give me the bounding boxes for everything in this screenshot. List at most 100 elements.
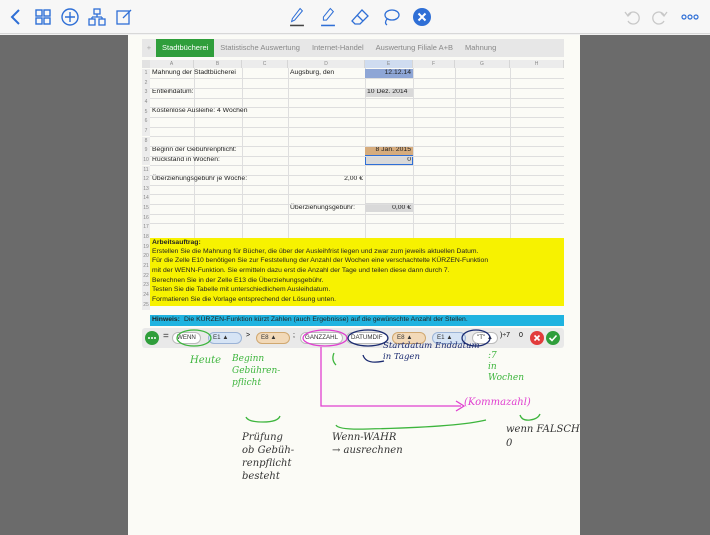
- sheet-tab-bar: + Stadtbücherei Statistische Auswertung …: [142, 39, 564, 57]
- ink-heute: Heute: [190, 355, 222, 366]
- row-gridline: [150, 97, 564, 99]
- cell-d1[interactable]: Augsburg, den: [290, 68, 334, 78]
- token-wenn[interactable]: WENN: [172, 332, 201, 344]
- ink-kommazahl: (Kommazahl): [464, 397, 531, 408]
- cell-e1[interactable]: 12.12.14: [365, 68, 411, 78]
- column-header-c[interactable]: C: [242, 60, 288, 68]
- tab-stadtbuecherei[interactable]: Stadtbücherei: [156, 39, 215, 57]
- ink-in-wochen: :7 in Wochen: [488, 351, 525, 383]
- row-gridline: [150, 117, 564, 118]
- row-gridline: [150, 136, 564, 138]
- row-header[interactable]: 9: [142, 146, 150, 156]
- row-header[interactable]: 5: [142, 107, 150, 118]
- row-gridline: [150, 126, 564, 128]
- row-gridline: [150, 155, 564, 157]
- token-datumdif[interactable]: DATUMDIF: [346, 332, 388, 344]
- row-gridline: [150, 223, 564, 225]
- token-semicolon: ;: [293, 332, 295, 339]
- row-header[interactable]: 6: [142, 117, 150, 127]
- task-line-6: Formatieren Sie die Vorlage entsprechend…: [152, 296, 337, 303]
- tab-mahnung[interactable]: Mahnung: [459, 39, 502, 57]
- app-toolbar: [0, 0, 710, 34]
- row-header[interactable]: 21: [142, 262, 150, 272]
- row-header[interactable]: 19: [142, 242, 150, 253]
- lasso-icon[interactable]: [381, 7, 401, 27]
- formula-bar: = WENN E1 ▲ > E8 ▲ ; GANZZAHL DATUMDIF E…: [142, 328, 564, 348]
- row-header[interactable]: 12: [142, 175, 150, 185]
- add-sheet-button[interactable]: +: [142, 39, 156, 57]
- column-header-h[interactable]: H: [510, 60, 564, 68]
- row-header[interactable]: 18: [142, 233, 150, 243]
- more-icon[interactable]: [680, 7, 700, 27]
- hint-label: Hinweis:: [152, 316, 180, 323]
- ink-startdatum: Startdatum Enddatum in Tagen: [383, 341, 480, 362]
- ink-beginn: Beginn Gebühren- pflicht: [232, 354, 281, 388]
- row-header[interactable]: 24: [142, 290, 150, 301]
- token-e8[interactable]: E8 ▲: [256, 332, 290, 344]
- token-div7: )÷7: [500, 332, 511, 339]
- token-e1[interactable]: E1 ▲: [208, 332, 242, 344]
- row-gridline: [150, 107, 564, 109]
- column-header-a[interactable]: A: [150, 60, 194, 68]
- ink-wenn-falsch: wenn FALSCH 0: [506, 424, 580, 449]
- eraser-icon[interactable]: [350, 7, 370, 27]
- right-gutter: [580, 35, 710, 535]
- task-line-3: mit der WENN-Funktion. Sie ermitteln daz…: [152, 267, 450, 274]
- row-header[interactable]: 17: [142, 223, 150, 233]
- highlighter-icon[interactable]: [318, 4, 338, 30]
- row-gridline: [150, 145, 564, 147]
- row-header[interactable]: 20: [142, 252, 150, 262]
- formula-menu-button[interactable]: [145, 331, 159, 345]
- column-header-b[interactable]: B: [194, 60, 242, 68]
- row-header[interactable]: 15: [142, 204, 150, 214]
- grid-icon[interactable]: [33, 7, 53, 27]
- shapes-icon[interactable]: [87, 7, 107, 27]
- formula-equals: =: [163, 331, 169, 342]
- ink-wenn-wahr: Wenn-WAHR → ausrechnen: [332, 432, 403, 456]
- back-chevron-icon[interactable]: [6, 7, 26, 27]
- column-header-d[interactable]: D: [288, 60, 365, 68]
- note-page: + Stadtbücherei Statistische Auswertung …: [128, 35, 580, 535]
- row-header[interactable]: 11: [142, 165, 150, 176]
- token-greater: >: [246, 332, 251, 339]
- row-gridline: [150, 165, 564, 167]
- row-header[interactable]: 16: [142, 213, 150, 224]
- row-header[interactable]: 8: [142, 136, 150, 147]
- confirm-formula-button[interactable]: [546, 331, 560, 345]
- undo-icon[interactable]: [622, 7, 642, 27]
- tab-auswertung-filiale[interactable]: Auswertung Filiale A+B: [370, 39, 459, 57]
- spreadsheet-grid: A B C D E F G H 1 2 3 4 5 6 7 8 9 10 11 12 13 14 15 16 1…: [142, 60, 564, 328]
- row-gridline: [150, 78, 564, 80]
- row-gridline: [150, 184, 564, 186]
- tab-statistische-auswertung[interactable]: Statistische Auswertung: [214, 39, 306, 57]
- hint-text: Die KÜRZEN-Funktion kürzt Zahlen (auch E…: [184, 316, 468, 323]
- row-header[interactable]: 4: [142, 97, 150, 108]
- cancel-formula-button[interactable]: [530, 331, 544, 345]
- tab-internet-handel[interactable]: Internet-Handel: [306, 39, 370, 57]
- row-header[interactable]: 25: [142, 300, 150, 311]
- column-header-f[interactable]: F: [413, 60, 455, 68]
- row-header[interactable]: 3: [142, 88, 150, 98]
- row-header[interactable]: 22: [142, 271, 150, 282]
- task-line-2: Für die Zelle E10 benötigen Sie zur Fest…: [152, 257, 489, 264]
- row-header[interactable]: 23: [142, 281, 150, 291]
- grid-corner[interactable]: [142, 60, 150, 68]
- row-gridline: [150, 174, 564, 176]
- edit-square-icon[interactable]: [114, 7, 134, 27]
- row-header[interactable]: 7: [142, 126, 150, 137]
- token-ganzzahl[interactable]: GANZZAHL: [300, 332, 344, 344]
- row-header[interactable]: 14: [142, 194, 150, 205]
- row-gridline: [150, 213, 564, 215]
- row-header[interactable]: 2: [142, 78, 150, 89]
- cell-a1[interactable]: Mahnung der Stadtbücherei: [152, 68, 236, 78]
- column-header-g[interactable]: G: [455, 60, 510, 68]
- add-circle-icon[interactable]: [60, 7, 80, 27]
- column-header-e[interactable]: E: [365, 60, 413, 68]
- redo-icon[interactable]: [650, 7, 670, 27]
- row-header[interactable]: 13: [142, 184, 150, 195]
- row-header[interactable]: 10: [142, 155, 150, 166]
- pen-icon[interactable]: [287, 4, 307, 30]
- row-header[interactable]: 1: [142, 69, 150, 79]
- close-circle-icon[interactable]: [412, 7, 432, 27]
- row-gridline: [150, 203, 564, 205]
